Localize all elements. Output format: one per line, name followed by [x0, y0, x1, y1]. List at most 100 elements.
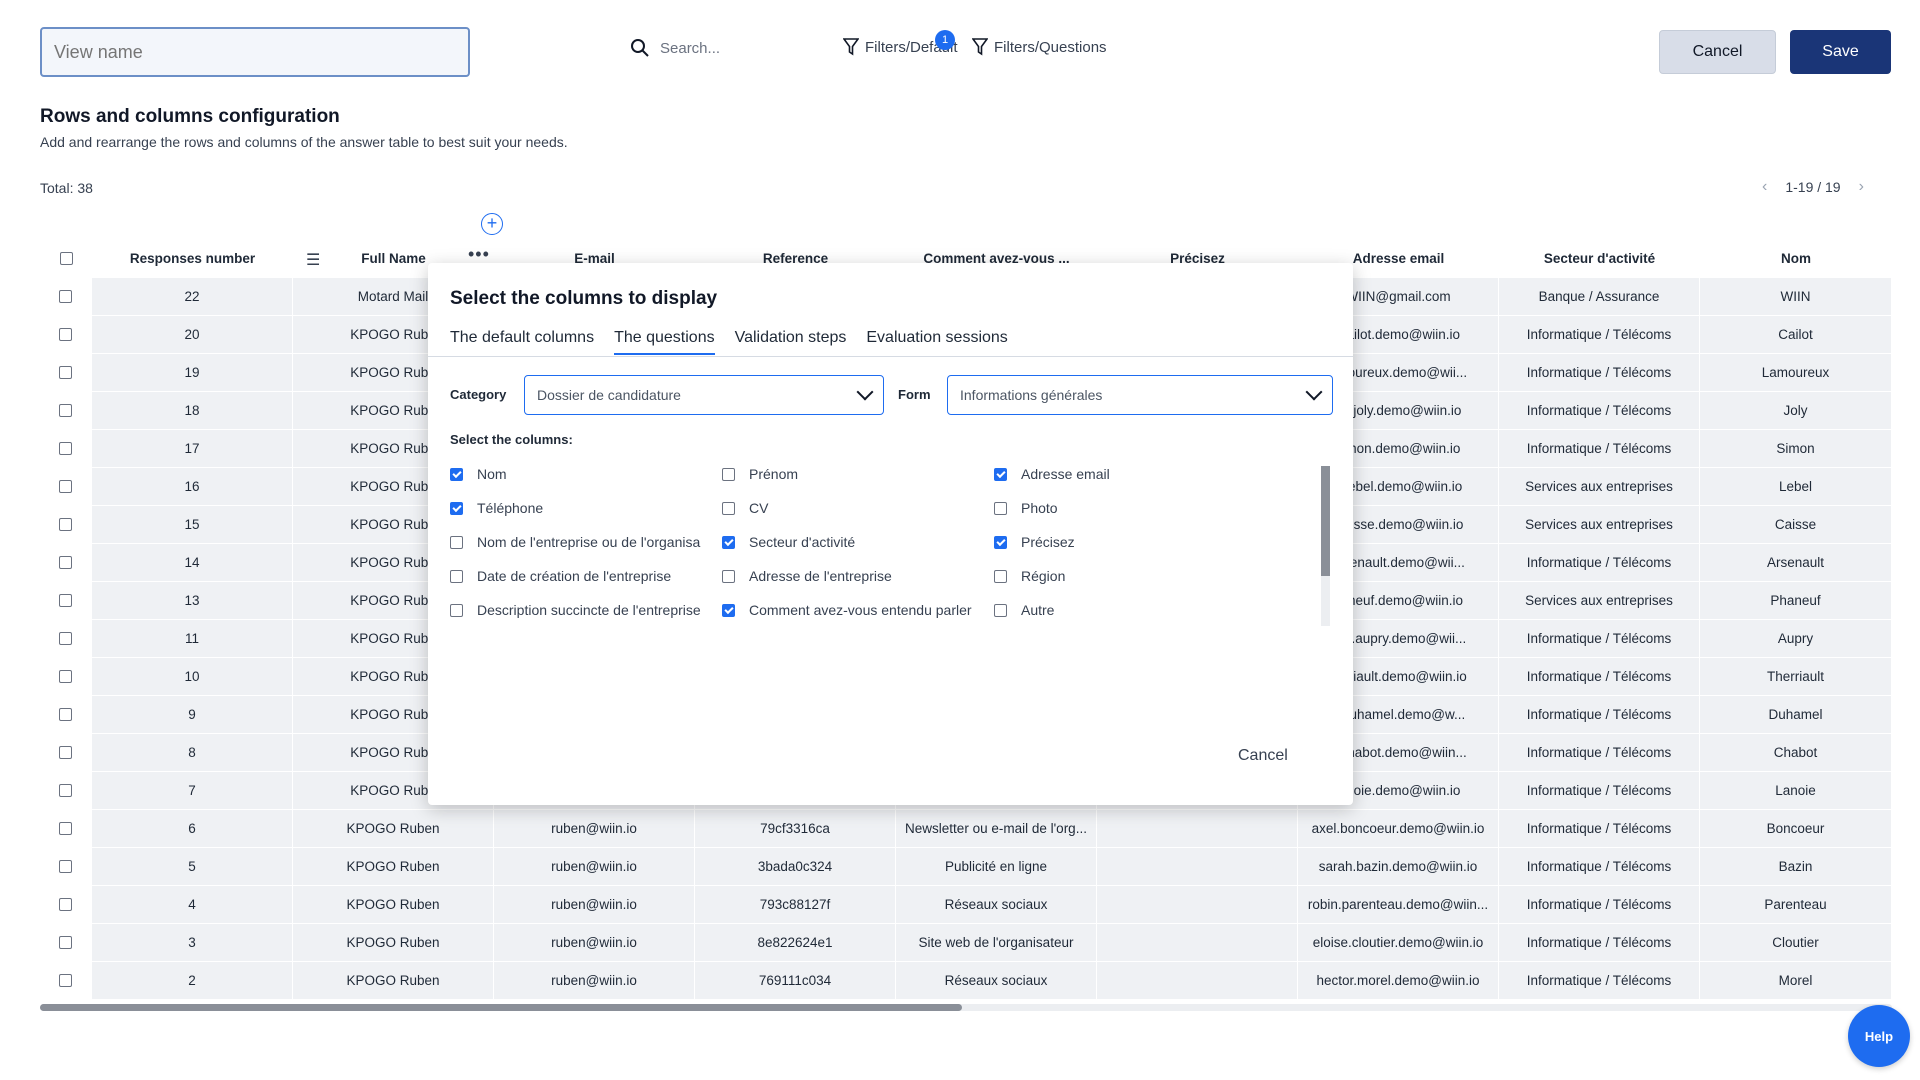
columns-checklist: Nom Téléphone Nom de l'entreprise ou de l'…	[450, 466, 1320, 628]
tab-evaluation-sessions[interactable]: Evaluation sessions	[866, 329, 1007, 355]
search-box[interactable]: Search...	[630, 38, 720, 58]
tab-questions[interactable]: The questions	[614, 329, 715, 355]
column-header[interactable]: Responses number	[92, 251, 293, 266]
row-checkbox[interactable]	[40, 582, 92, 619]
column-option-label: Date de création de l'entreprise	[477, 568, 672, 584]
view-name-input[interactable]	[40, 27, 470, 77]
column-option[interactable]: Description succincte de l'entreprise	[450, 602, 710, 618]
row-checkbox[interactable]	[40, 696, 92, 733]
select-all-checkbox[interactable]	[40, 251, 92, 265]
row-checkbox[interactable]	[40, 886, 92, 923]
vertical-scrollbar[interactable]	[1321, 466, 1330, 626]
column-option[interactable]: Autre	[994, 602, 1254, 618]
column-checkbox[interactable]	[450, 467, 463, 481]
column-checkbox[interactable]	[994, 569, 1007, 583]
tab-validation-steps[interactable]: Validation steps	[735, 329, 847, 355]
row-checkbox[interactable]	[40, 468, 92, 505]
row-checkbox[interactable]	[40, 734, 92, 771]
table-cell: ruben@wiin.io	[494, 886, 695, 923]
column-header[interactable]: Nom	[1700, 251, 1892, 266]
tab-default-columns[interactable]: The default columns	[450, 329, 594, 355]
column-checkbox[interactable]	[722, 603, 735, 617]
column-checkbox[interactable]	[994, 501, 1007, 515]
table-cell: 15	[92, 506, 293, 543]
form-select[interactable]: Informations générales	[947, 375, 1333, 415]
table-cell: Informatique / Télécoms	[1499, 734, 1700, 771]
table-cell: 9	[92, 696, 293, 733]
row-checkbox[interactable]	[40, 354, 92, 391]
column-option[interactable]: Nom	[450, 466, 710, 482]
row-checkbox[interactable]	[40, 924, 92, 961]
scrollbar-thumb[interactable]	[40, 1004, 962, 1011]
column-checkbox[interactable]	[994, 467, 1007, 481]
row-checkbox[interactable]	[40, 620, 92, 657]
table-row[interactable]: 2 KPOGO Ruben ruben@wiin.io 769111c034 Résea…	[40, 962, 1892, 1000]
table-cell: 4	[92, 886, 293, 923]
table-cell: 8	[92, 734, 293, 771]
column-checkbox[interactable]	[994, 535, 1007, 549]
table-row[interactable]: 4 KPOGO Ruben ruben@wiin.io 793c88127f Résea…	[40, 886, 1892, 924]
chevron-right-icon[interactable]: ›	[1859, 178, 1864, 196]
help-button[interactable]: Help	[1848, 1005, 1910, 1067]
row-checkbox[interactable]	[40, 506, 92, 543]
column-option[interactable]: Région	[994, 568, 1254, 584]
filters-questions-button[interactable]: Filters/Questions	[972, 38, 1107, 56]
table-cell: 769111c034	[695, 962, 896, 999]
chevron-left-icon[interactable]: ‹	[1762, 178, 1767, 196]
row-checkbox[interactable]	[40, 392, 92, 429]
horizontal-scrollbar[interactable]	[40, 1004, 1892, 1011]
category-value: Dossier de candidature	[537, 387, 681, 403]
table-cell: Joly	[1700, 392, 1892, 429]
scrollbar-thumb[interactable]	[1321, 466, 1330, 576]
table-cell: 14	[92, 544, 293, 581]
column-option[interactable]: Précisez	[994, 534, 1254, 550]
column-option[interactable]: Photo	[994, 500, 1254, 516]
column-option[interactable]: Nom de l'entreprise ou de l'organisa	[450, 534, 710, 550]
top-toolbar: Search... Filters/Default 1 Filters/Ques…	[0, 0, 1920, 100]
table-cell: Informatique / Télécoms	[1499, 392, 1700, 429]
row-checkbox[interactable]	[40, 278, 92, 315]
column-checkbox[interactable]	[450, 535, 463, 549]
column-checkbox[interactable]	[722, 535, 735, 549]
total-count: Total: 38	[40, 180, 93, 196]
table-row[interactable]: 3 KPOGO Ruben ruben@wiin.io 8e822624e1 Site …	[40, 924, 1892, 962]
column-option[interactable]: CV	[722, 500, 982, 516]
column-option[interactable]: Adresse email	[994, 466, 1254, 482]
column-checkbox[interactable]	[722, 467, 735, 481]
row-checkbox[interactable]	[40, 658, 92, 695]
table-cell: Services aux entreprises	[1499, 468, 1700, 505]
column-checkbox[interactable]	[722, 501, 735, 515]
category-select[interactable]: Dossier de candidature	[524, 375, 884, 415]
column-checkbox[interactable]	[722, 569, 735, 583]
column-option[interactable]: Date de création de l'entreprise	[450, 568, 710, 584]
column-checkbox[interactable]	[994, 603, 1007, 617]
table-cell: 22	[92, 278, 293, 315]
row-checkbox[interactable]	[40, 316, 92, 353]
column-header[interactable]: Secteur d'activité	[1499, 251, 1700, 266]
save-button[interactable]: Save	[1790, 30, 1891, 74]
add-column-icon[interactable]: +	[481, 213, 503, 235]
row-checkbox[interactable]	[40, 772, 92, 809]
column-menu-icon[interactable]: ☰	[306, 250, 320, 270]
column-checkbox[interactable]	[450, 603, 463, 617]
row-checkbox[interactable]	[40, 962, 92, 999]
row-checkbox[interactable]	[40, 544, 92, 581]
table-cell: ruben@wiin.io	[494, 848, 695, 885]
column-option[interactable]: Téléphone	[450, 500, 710, 516]
column-option[interactable]: Adresse de l'entreprise	[722, 568, 982, 584]
column-option[interactable]: Comment avez-vous entendu parler	[722, 602, 982, 618]
column-checkbox[interactable]	[450, 501, 463, 515]
table-cell: Informatique / Télécoms	[1499, 658, 1700, 695]
row-checkbox[interactable]	[40, 430, 92, 467]
table-cell: Banque / Assurance	[1499, 278, 1700, 315]
table-row[interactable]: 5 KPOGO Ruben ruben@wiin.io 3bada0c324 Publi…	[40, 848, 1892, 886]
column-option[interactable]: Prénom	[722, 466, 982, 482]
column-option[interactable]: Secteur d'activité	[722, 534, 982, 550]
row-checkbox[interactable]	[40, 848, 92, 885]
more-options-icon[interactable]: •••	[468, 244, 490, 265]
table-row[interactable]: 6 KPOGO Ruben ruben@wiin.io 79cf3316ca Newsl…	[40, 810, 1892, 848]
modal-cancel-button[interactable]: Cancel	[1238, 747, 1288, 765]
row-checkbox[interactable]	[40, 810, 92, 847]
column-checkbox[interactable]	[450, 569, 463, 583]
cancel-button[interactable]: Cancel	[1659, 30, 1776, 74]
